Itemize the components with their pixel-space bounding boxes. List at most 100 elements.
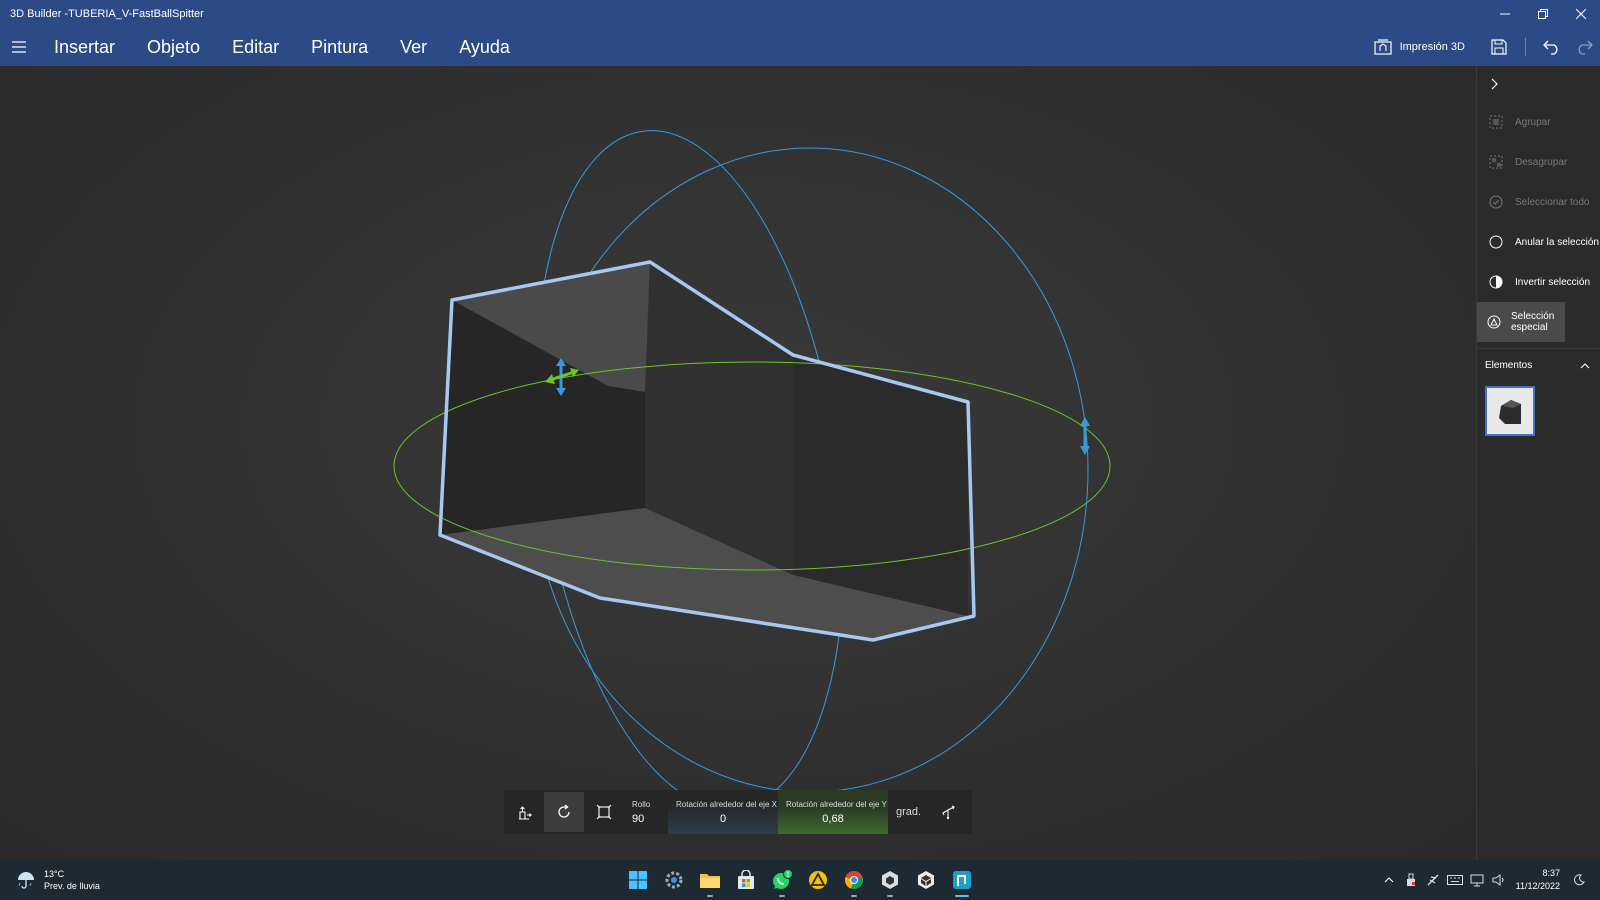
rotate-tool-button[interactable] bbox=[544, 792, 584, 832]
windows-icon bbox=[629, 871, 647, 889]
undo-icon bbox=[1543, 40, 1558, 55]
minimize-button[interactable] bbox=[1486, 0, 1524, 28]
weather-widget[interactable]: 13°C Prev. de lluvia bbox=[16, 860, 100, 900]
ungroup-button[interactable]: Desagrupar bbox=[1477, 142, 1600, 182]
airplane-icon bbox=[1427, 874, 1439, 886]
deselect-icon bbox=[1487, 233, 1505, 251]
rain-umbrella-icon bbox=[18, 872, 34, 889]
app-window: 3D Builder -TUBERIA_V-FastBallSpitter In… bbox=[0, 0, 1600, 900]
rotation-y-label: Rotación alrededor del eje Y bbox=[786, 799, 887, 809]
rotate-icon bbox=[558, 804, 570, 818]
weather-temp: 13°C bbox=[44, 869, 65, 879]
menu-right-actions: Impresión 3D bbox=[1373, 28, 1600, 66]
roll-value[interactable]: 90 bbox=[632, 813, 668, 825]
start-button[interactable] bbox=[620, 860, 656, 900]
folder-icon bbox=[700, 874, 720, 888]
clock[interactable]: 8:37 11/12/2022 bbox=[1516, 867, 1560, 893]
clock-date: 11/12/2022 bbox=[1515, 881, 1560, 891]
roll-field[interactable]: Rollo 90 bbox=[624, 790, 668, 834]
whatsapp-icon: 1 bbox=[773, 869, 793, 889]
cube-app-icon bbox=[882, 871, 898, 889]
tray-overflow-button[interactable] bbox=[1378, 860, 1400, 900]
restore-button[interactable] bbox=[1524, 0, 1562, 28]
move-tool-icon bbox=[519, 806, 532, 820]
usb-device-icon bbox=[1406, 873, 1415, 886]
select-all-icon bbox=[1487, 193, 1505, 211]
deselect-button[interactable]: Anular la selección bbox=[1477, 222, 1600, 262]
settings-gear-icon bbox=[665, 871, 683, 889]
taskbar-3d-builder[interactable] bbox=[944, 860, 980, 900]
taskbar-settings[interactable] bbox=[656, 860, 692, 900]
chrome-icon bbox=[844, 871, 864, 890]
rotation-x-field[interactable]: Rotación alrededor del eje X 0 bbox=[668, 790, 778, 834]
panel-collapse-button[interactable] bbox=[1477, 66, 1600, 102]
taskbar-apps: 1 bbox=[620, 860, 980, 900]
3d-viewport[interactable]: Rollo 90 Rotación alrededor del eje X 0 … bbox=[0, 66, 1476, 860]
print-3d-button[interactable]: Impresión 3D bbox=[1373, 39, 1465, 55]
scale-tool-button[interactable] bbox=[584, 792, 624, 832]
group-button[interactable]: Agrupar bbox=[1477, 102, 1600, 142]
tray-volume[interactable] bbox=[1488, 860, 1510, 900]
tray-airplane[interactable] bbox=[1422, 860, 1444, 900]
running-indicator bbox=[851, 895, 857, 897]
running-indicator bbox=[887, 895, 893, 897]
menu-ayuda[interactable]: Ayuda bbox=[443, 28, 526, 66]
system-tray: 8:37 11/12/2022 bbox=[1378, 860, 1590, 900]
taskbar-store[interactable] bbox=[728, 860, 764, 900]
axis-reset-icon bbox=[942, 805, 955, 820]
roll-label: Rollo bbox=[632, 799, 651, 809]
toolbar-separator bbox=[1525, 38, 1526, 56]
deselect-label: Anular la selección bbox=[1515, 236, 1599, 248]
rotation-y-field[interactable]: Rotación alrededor del eje Y 0,68 bbox=[778, 790, 888, 834]
undo-button[interactable] bbox=[1536, 28, 1568, 66]
window-controls bbox=[1486, 0, 1600, 28]
elements-section-header[interactable]: Elementos bbox=[1477, 348, 1600, 382]
rotation-x-label: Rotación alrededor del eje X bbox=[676, 799, 777, 809]
rotation-x-value[interactable]: 0 bbox=[676, 813, 778, 825]
chevron-up-icon bbox=[1580, 362, 1590, 368]
close-icon bbox=[1576, 9, 1586, 19]
tray-focus[interactable] bbox=[1568, 860, 1590, 900]
chevron-right-icon bbox=[1491, 78, 1498, 90]
right-panel: Agrupar Desagrupar Seleccionar todo Anul… bbox=[1476, 66, 1600, 860]
ungroup-label: Desagrupar bbox=[1515, 156, 1568, 168]
select-all-button[interactable]: Seleccionar todo bbox=[1477, 182, 1600, 222]
cube-dark-app-icon bbox=[918, 871, 934, 889]
element-thumbnail[interactable] bbox=[1485, 386, 1535, 436]
store-bag-icon bbox=[738, 870, 754, 889]
select-all-label: Seleccionar todo bbox=[1515, 196, 1590, 208]
menu-insertar[interactable]: Insertar bbox=[38, 28, 131, 66]
menu-ver[interactable]: Ver bbox=[384, 28, 443, 66]
taskbar-app-triangle[interactable] bbox=[800, 860, 836, 900]
taskbar-chrome[interactable] bbox=[836, 860, 872, 900]
reset-transform-button[interactable] bbox=[929, 792, 969, 832]
close-button[interactable] bbox=[1562, 0, 1600, 28]
invert-selection-icon bbox=[1487, 273, 1505, 291]
taskbar-file-explorer[interactable] bbox=[692, 860, 728, 900]
title-bar: 3D Builder -TUBERIA_V-FastBallSpitter bbox=[0, 0, 1600, 28]
invert-selection-button[interactable]: Invertir selección bbox=[1477, 262, 1600, 302]
menu-objeto[interactable]: Objeto bbox=[131, 28, 216, 66]
minimize-icon bbox=[1500, 13, 1510, 15]
taskbar-app-cube[interactable] bbox=[872, 860, 908, 900]
rotation-y-value[interactable]: 0,68 bbox=[786, 813, 888, 825]
weather-desc: Prev. de lluvia bbox=[44, 881, 100, 891]
menu-editar[interactable]: Editar bbox=[216, 28, 295, 66]
menu-bar: Insertar Objeto Editar Pintura Ver Ayuda… bbox=[0, 28, 1600, 66]
taskbar-app-cube-dark[interactable] bbox=[908, 860, 944, 900]
tray-usb[interactable] bbox=[1400, 860, 1422, 900]
running-indicator bbox=[707, 895, 713, 897]
print-3d-label: Impresión 3D bbox=[1399, 41, 1465, 53]
redo-button[interactable] bbox=[1568, 28, 1600, 66]
move-tool-button[interactable] bbox=[504, 792, 544, 832]
taskbar-whatsapp[interactable]: 1 bbox=[764, 860, 800, 900]
move-handle-right[interactable] bbox=[1080, 417, 1090, 455]
save-button[interactable] bbox=[1483, 28, 1515, 66]
menu-items: Insertar Objeto Editar Pintura Ver Ayuda bbox=[38, 28, 526, 66]
menu-pintura[interactable]: Pintura bbox=[295, 28, 384, 66]
tray-keyboard[interactable] bbox=[1444, 860, 1466, 900]
hamburger-button[interactable] bbox=[0, 28, 38, 66]
tray-network[interactable] bbox=[1466, 860, 1488, 900]
active-indicator bbox=[955, 895, 969, 897]
special-selection-button[interactable]: Selección especial bbox=[1477, 302, 1565, 342]
